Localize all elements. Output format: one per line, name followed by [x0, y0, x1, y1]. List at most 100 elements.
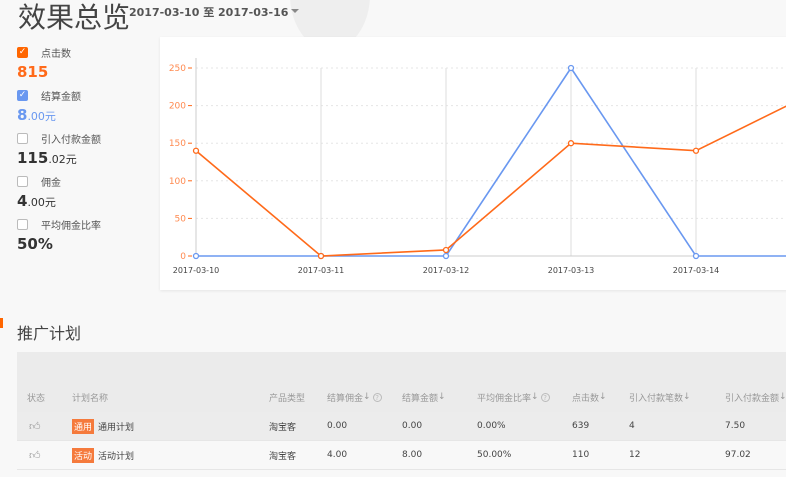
section-marker	[0, 318, 3, 328]
y-tick-label: 150	[169, 139, 186, 149]
checkbox-commission[interactable]	[17, 176, 28, 187]
cell-clicks: 110	[572, 450, 590, 460]
sort-down-icon[interactable]: ↓	[779, 392, 786, 402]
table-row: 👍︎ 活动 活动计划 淘宝客 4.00 8.00 50.00% 110 12 97.02	[17, 441, 786, 470]
checkbox-pay-amount[interactable]	[17, 133, 28, 144]
cell-orders: 4	[629, 421, 635, 431]
metric-suffix: .00元	[27, 110, 56, 123]
data-point	[692, 147, 700, 154]
cell-pay: 97.02	[725, 450, 751, 460]
metric-avg-rate: 平均佣金比率 50%	[17, 217, 101, 253]
thumbs-up-icon[interactable]: 👍︎	[29, 412, 41, 440]
plan-name[interactable]: 通用 通用计划	[72, 412, 134, 440]
plan-tag: 活动	[72, 447, 95, 463]
series-line	[195, 105, 786, 257]
y-tick-label: 0	[180, 252, 186, 262]
data-point	[567, 64, 575, 72]
column-label: 平均佣金比率	[477, 393, 532, 404]
x-tick-label: 2017-03-13	[548, 266, 595, 275]
column-label: 引入付款金额	[725, 393, 780, 404]
y-tick-label: 100	[169, 177, 186, 187]
column-header[interactable]: 结算金额 ↓	[402, 390, 446, 404]
table-header: 状态 计划名称 产品类型 结算佣金 ↓? 结算金额 ↓ 平均佣金比率 ↓? 点击数 ↓ 引入付款笔数 ↓…	[17, 352, 786, 412]
metric-settle-amount: ✓ 结算金额 8.00元	[17, 88, 81, 124]
cell-amount: 0.00	[402, 421, 423, 431]
column-label: 点击数	[572, 393, 600, 404]
plan-name[interactable]: 活动 活动计划	[72, 441, 134, 469]
metric-clicks: ✓ 点击数 815	[17, 45, 71, 81]
series-line	[196, 66, 786, 257]
metric-label: 平均佣金比率	[41, 221, 101, 232]
column-header[interactable]: 引入付款笔数 ↓	[629, 390, 691, 404]
cell-rate: 0.00%	[477, 421, 506, 431]
metric-label: 佣金	[41, 178, 61, 189]
section-title: 推广计划	[17, 324, 82, 343]
x-tick-label: 2017-03-12	[423, 266, 470, 275]
plan-table: 状态 计划名称 产品类型 结算佣金 ↓? 结算金额 ↓ 平均佣金比率 ↓? 点击数 ↓ 引入付款笔数 ↓…	[17, 352, 786, 470]
plan-tag: 通用	[72, 418, 95, 434]
help-icon[interactable]: ?	[372, 392, 382, 402]
date-range-picker[interactable]: 2017-03-10 至 2017-03-16	[129, 4, 300, 20]
column-header: 产品类型	[269, 390, 305, 404]
metric-label: 结算金额	[41, 92, 81, 103]
data-point	[692, 252, 700, 260]
checkbox-avg-rate[interactable]	[17, 219, 28, 230]
column-header[interactable]: 平均佣金比率 ↓?	[477, 390, 550, 404]
data-point	[192, 147, 200, 154]
column-label: 结算金额	[402, 393, 439, 404]
checkbox-settle-amount[interactable]: ✓	[17, 90, 28, 101]
column-label: 状态	[27, 393, 46, 404]
data-point	[442, 252, 450, 260]
column-header[interactable]: 点击数 ↓	[572, 390, 607, 404]
checkbox-clicks[interactable]: ✓	[17, 47, 28, 58]
x-tick-label: 2017-03-14	[673, 266, 720, 275]
sort-down-icon[interactable]: ↓	[683, 392, 691, 402]
y-tick-label: 200	[169, 102, 186, 112]
cell-orders: 12	[629, 450, 641, 460]
x-tick-label: 2017-03-10	[173, 266, 220, 275]
metric-value: 8	[17, 106, 28, 124]
cell-amount: 8.00	[402, 450, 423, 460]
table-row: 👍︎ 通用 通用计划 淘宝客 0.00 0.00 0.00% 639 4 7.50	[17, 412, 786, 441]
metric-suffix: .00元	[27, 196, 56, 209]
metric-pay-amount: 引入付款金额 115.02元	[17, 131, 101, 167]
metric-label: 引入付款金额	[41, 135, 101, 146]
column-header[interactable]: 引入付款金额 ↓	[725, 390, 786, 404]
caret-down-icon	[291, 9, 300, 17]
column-header: 计划名称	[72, 390, 108, 404]
metric-value: 815	[17, 63, 49, 81]
metric-suffix: .02元	[48, 153, 77, 166]
data-point	[442, 246, 450, 254]
column-label: 产品类型	[269, 393, 306, 404]
thumbs-up-icon[interactable]: 👍︎	[29, 441, 41, 469]
data-point	[567, 140, 575, 147]
column-label: 引入付款笔数	[629, 393, 684, 404]
date-range-text: 2017-03-10 至 2017-03-16	[129, 6, 289, 19]
column-label: 计划名称	[72, 393, 109, 404]
metric-label: 点击数	[41, 49, 71, 60]
sort-down-icon[interactable]: ↓	[438, 392, 446, 402]
cell-commission: 4.00	[327, 450, 348, 460]
cell-clicks: 639	[572, 421, 590, 431]
cell-type: 淘宝客	[269, 422, 297, 433]
column-header[interactable]: 结算佣金 ↓?	[327, 390, 382, 404]
data-point	[317, 252, 325, 260]
plan-name-text: 通用计划	[98, 422, 135, 433]
help-icon[interactable]: ?	[540, 392, 550, 402]
column-header: 状态	[27, 390, 45, 404]
line-chart: 0 50 100 150 200 250 2017-03-10 2017-03-11 2017-…	[160, 37, 786, 290]
metric-value: 115	[17, 149, 49, 167]
data-point	[192, 252, 200, 260]
chart-svg: 0 50 100 150 200 250 2017-03-10 2017-03-11 2017-…	[169, 58, 786, 275]
sort-down-icon[interactable]: ↓	[531, 392, 539, 402]
cell-pay: 7.50	[725, 421, 746, 431]
sort-down-icon[interactable]: ↓	[363, 392, 371, 402]
sort-down-icon[interactable]: ↓	[599, 392, 607, 402]
y-tick-label: 250	[169, 64, 186, 74]
cell-commission: 0.00	[327, 421, 348, 431]
metric-value: 4	[17, 192, 28, 210]
cell-type: 淘宝客	[269, 451, 297, 462]
x-tick-label: 2017-03-11	[298, 266, 345, 275]
column-label: 结算佣金	[327, 393, 364, 404]
page-title: 效果总览	[18, 1, 131, 34]
